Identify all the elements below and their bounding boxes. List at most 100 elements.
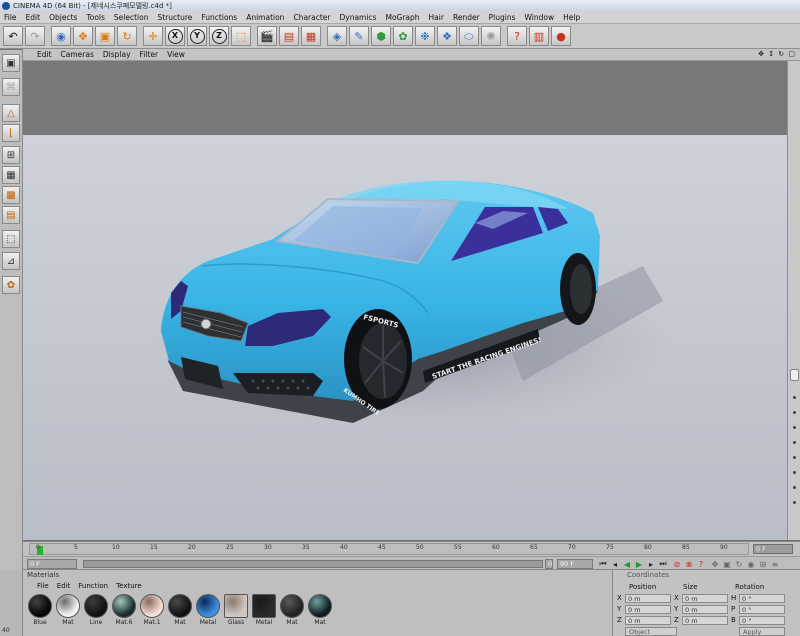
coordinate-system-icon[interactable]: ⬚	[231, 26, 251, 46]
preview-range-slider[interactable]	[83, 560, 543, 568]
viewport-menu-edit[interactable]: Edit	[37, 50, 52, 59]
material-swatch[interactable]: Metal	[195, 594, 221, 630]
timeline-ruler[interactable]: 0 5 10 15 20 25 30 35 40 45 50 55 60 65 …	[29, 543, 749, 555]
use-object-axis-icon[interactable]: ⌘	[2, 78, 20, 96]
menu-character[interactable]: Character	[293, 13, 330, 22]
next-key-icon[interactable]: ▸	[645, 558, 657, 570]
size-z-field[interactable]: 0 m	[682, 616, 728, 625]
menu-mograph[interactable]: MoGraph	[385, 13, 419, 22]
menu-render[interactable]: Render	[453, 13, 480, 22]
size-x-field[interactable]: 0 m	[682, 594, 728, 603]
keyframe-selection-icon[interactable]: ?	[695, 558, 707, 570]
start-frame-field[interactable]: 0 F	[27, 559, 77, 569]
paint-icon[interactable]: ✿	[2, 276, 20, 294]
use-model-mode-icon[interactable]: ▣	[2, 54, 20, 72]
rot-h-field[interactable]: 0 °	[739, 594, 785, 603]
pos-z-field[interactable]: 0 m	[625, 616, 671, 625]
menu-objects[interactable]: Objects	[49, 13, 77, 22]
move-icon[interactable]: ✥	[73, 26, 93, 46]
menu-selection[interactable]: Selection	[114, 13, 149, 22]
pos-x-field[interactable]: 0 m	[625, 594, 671, 603]
viewport-menu-view[interactable]: View	[167, 50, 185, 59]
workplane-icon[interactable]: ⊿	[2, 252, 20, 270]
coordinate-mode-dropdown[interactable]: Object	[625, 627, 677, 636]
materials-menu-texture[interactable]: Texture	[116, 582, 142, 592]
preview-end-field[interactable]: 0	[545, 559, 553, 569]
uv-polygons-icon[interactable]: ▤	[2, 206, 20, 224]
material-swatch[interactable]: Mat	[167, 594, 193, 630]
texture-mode-icon[interactable]: ▦	[2, 166, 20, 184]
materials-menu-function[interactable]: Function	[78, 582, 108, 592]
menu-animation[interactable]: Animation	[246, 13, 284, 22]
points-mode-icon[interactable]: △	[2, 104, 20, 122]
cameras-icon[interactable]: ❉	[415, 26, 435, 46]
menu-window[interactable]: Window	[525, 13, 555, 22]
menu-dynamics[interactable]: Dynamics	[339, 13, 376, 22]
rot-p-field[interactable]: 0 °	[739, 605, 785, 614]
menu-structure[interactable]: Structure	[158, 13, 193, 22]
menu-file[interactable]: File	[4, 13, 17, 22]
cube-icon[interactable]: ◈	[327, 26, 347, 46]
polygons-mode-icon[interactable]: ⊞	[2, 146, 20, 164]
last-tool-icon[interactable]: ✛	[143, 26, 163, 46]
material-swatch[interactable]: Mat.1	[139, 594, 165, 630]
menu-edit[interactable]: Edit	[26, 13, 41, 22]
menu-plugins[interactable]: Plugins	[489, 13, 516, 22]
pos-y-field[interactable]: 0 m	[625, 605, 671, 614]
x-axis-icon[interactable]: X	[165, 26, 185, 46]
timeline[interactable]: 0 5 10 15 20 25 30 35 40 45 50 55 60 65 …	[23, 541, 800, 556]
array-icon[interactable]: ✿	[393, 26, 413, 46]
apply-button[interactable]: Apply	[739, 627, 785, 636]
snap-icon[interactable]: ⬚	[2, 230, 20, 248]
material-swatch[interactable]: Mat	[55, 594, 81, 630]
render-ball-icon[interactable]: ●	[551, 26, 571, 46]
layout-icon[interactable]: ▥	[529, 26, 549, 46]
goto-end-icon[interactable]: ⏭	[657, 558, 669, 570]
undo-icon[interactable]: ↶	[3, 26, 23, 46]
light-icon[interactable]: ✺	[481, 26, 501, 46]
material-swatch[interactable]: Mat	[307, 594, 333, 630]
scheme-icon[interactable]: ≡	[769, 558, 781, 570]
record-icon[interactable]: ⊘	[671, 558, 683, 570]
viewport-menu-cameras[interactable]: Cameras	[61, 50, 94, 59]
end-frame-field[interactable]: 90 F	[557, 559, 593, 569]
pen-spline-icon[interactable]: ✎	[349, 26, 369, 46]
material-swatch[interactable]: Mat.6	[111, 594, 137, 630]
rot-b-field[interactable]: 0 °	[739, 616, 785, 625]
materials-menu-file[interactable]: File	[37, 582, 49, 592]
size-y-field[interactable]: 0 m	[682, 605, 728, 614]
play-backward-icon[interactable]: ◀	[621, 558, 633, 570]
scene-icon[interactable]: ⬭	[459, 26, 479, 46]
material-swatch[interactable]: Blue	[27, 594, 53, 630]
viewport-nav-icons[interactable]: ✥ ↕ ↻ ▢	[758, 50, 796, 58]
deformer-icon[interactable]: ❖	[437, 26, 457, 46]
menu-hair[interactable]: Hair	[429, 13, 444, 22]
pla-key-icon[interactable]: ⊞	[757, 558, 769, 570]
rotate-icon[interactable]: ↻	[117, 26, 137, 46]
z-axis-icon[interactable]: Z	[209, 26, 229, 46]
autokey-icon[interactable]: ⊗	[683, 558, 695, 570]
menu-functions[interactable]: Functions	[201, 13, 237, 22]
viewport-menu-filter[interactable]: Filter	[140, 50, 159, 59]
material-swatch[interactable]: Mat	[279, 594, 305, 630]
current-frame-field[interactable]: 0 F	[753, 544, 793, 554]
edges-mode-icon[interactable]: ⌊	[2, 124, 20, 142]
render-picture-viewer-icon[interactable]: ▤	[279, 26, 299, 46]
scale-icon[interactable]: ▣	[95, 26, 115, 46]
menu-tools[interactable]: Tools	[86, 13, 104, 22]
y-axis-icon[interactable]: Y	[187, 26, 207, 46]
live-select-icon[interactable]: ◉	[51, 26, 71, 46]
uv-points-icon[interactable]: ▩	[2, 186, 20, 204]
play-forward-icon[interactable]: ▶	[633, 558, 645, 570]
subdivision-icon[interactable]: ⬢	[371, 26, 391, 46]
menu-help[interactable]: Help	[563, 13, 580, 22]
right-scroll-knob[interactable]	[790, 369, 799, 381]
help-icon[interactable]: ?	[507, 26, 527, 46]
material-swatch[interactable]: Glass	[223, 594, 249, 630]
perspective-viewport[interactable]: START THE RACING ENGINES! FSPORTS KUMHO …	[23, 61, 787, 540]
scale-key-icon[interactable]: ▣	[721, 558, 733, 570]
viewport-menu-display[interactable]: Display	[103, 50, 131, 59]
param-key-icon[interactable]: ◉	[745, 558, 757, 570]
move-key-icon[interactable]: ✥	[709, 558, 721, 570]
redo-icon[interactable]: ↷	[25, 26, 45, 46]
